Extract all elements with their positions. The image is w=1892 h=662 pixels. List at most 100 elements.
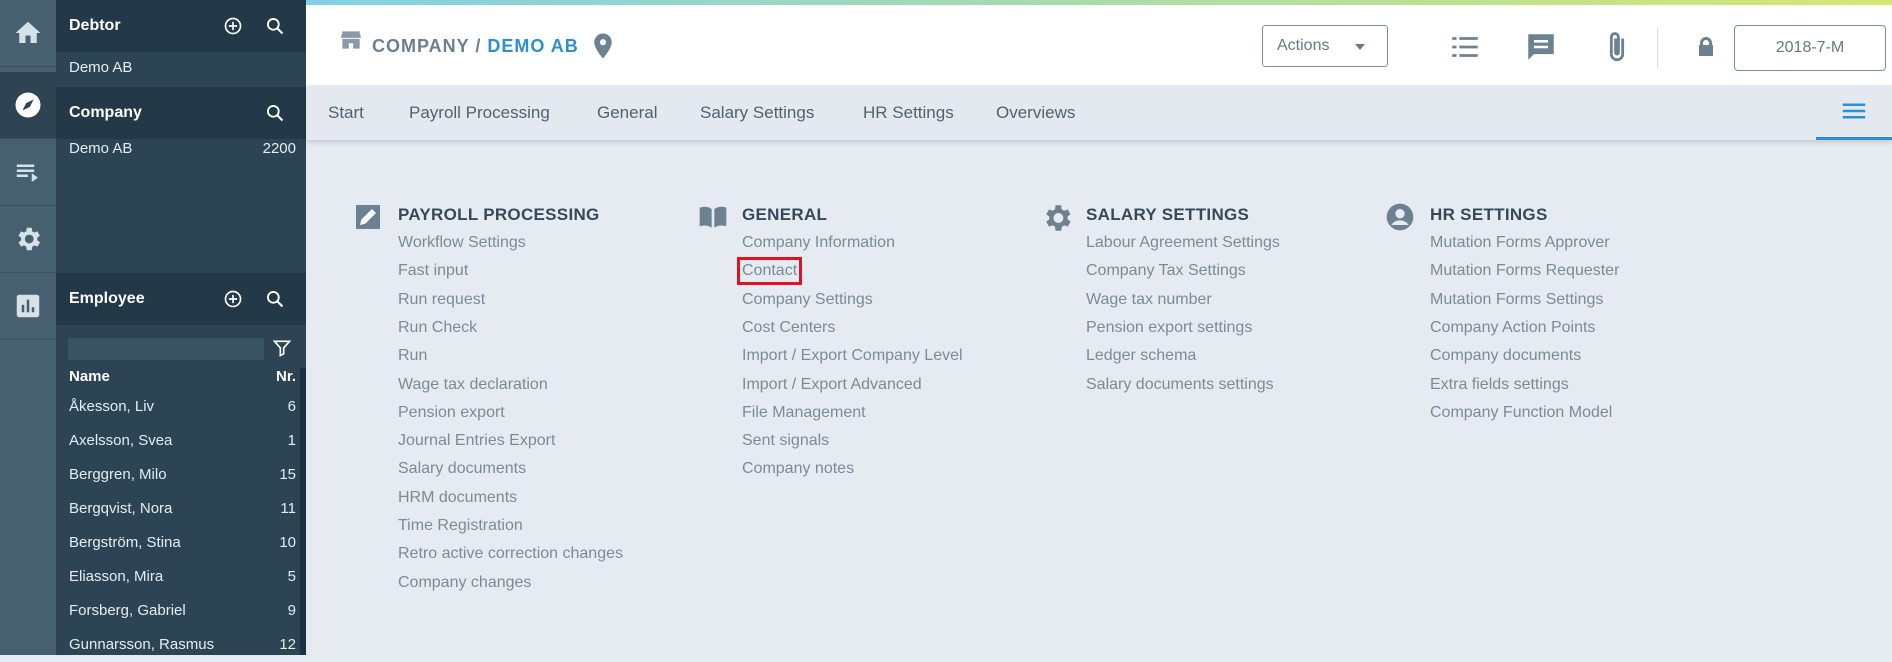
employee-nr: 9 xyxy=(287,602,296,619)
menu-link[interactable]: Run request xyxy=(398,291,485,309)
menu-link[interactable]: Wage tax declaration xyxy=(398,376,548,394)
menu-link[interactable]: Pension export settings xyxy=(1086,319,1252,337)
employee-name: Forsberg, Gabriel xyxy=(69,602,186,619)
menu-link[interactable]: Company Action Points xyxy=(1430,319,1595,337)
menu-link[interactable]: Run xyxy=(398,347,427,365)
account-circle-icon xyxy=(1384,201,1416,238)
sidebar: Debtor Demo AB Company Demo AB 2200 Empl… xyxy=(56,0,306,655)
menu-link[interactable]: Company changes xyxy=(398,574,531,592)
debtor-header: Debtor xyxy=(56,0,306,52)
menu-link[interactable]: Retro active correction changes xyxy=(398,545,623,563)
employee-header: Employee xyxy=(56,273,306,325)
lock-icon[interactable] xyxy=(1694,35,1718,64)
store-icon xyxy=(338,27,364,58)
menu-link[interactable]: Time Registration xyxy=(398,517,523,535)
menu-link[interactable]: Import / Export Company Level xyxy=(742,347,963,365)
debtor-title: Debtor xyxy=(69,17,121,34)
book-icon xyxy=(696,201,730,238)
comment-icon[interactable] xyxy=(1524,30,1558,69)
home-icon[interactable] xyxy=(0,0,56,67)
actions-dropdown[interactable]: Actions xyxy=(1262,25,1388,67)
menu-link[interactable]: Cost Centers xyxy=(742,319,835,337)
employee-row[interactable]: Åkesson, Liv 6 xyxy=(56,390,306,424)
gear-icon[interactable] xyxy=(0,206,56,273)
menu-link[interactable]: Journal Entries Export xyxy=(398,432,555,450)
menu-link[interactable]: Workflow Settings xyxy=(398,234,526,252)
employee-name: Gunnarsson, Rasmus xyxy=(69,636,215,653)
add-employee-icon[interactable] xyxy=(222,288,244,310)
menu-hamburger-button[interactable] xyxy=(1816,85,1892,140)
menu-link[interactable]: Mutation Forms Settings xyxy=(1430,291,1603,309)
menu-column-title: PAYROLL PROCESSING xyxy=(398,205,600,224)
compass-icon[interactable] xyxy=(0,72,56,139)
paperclip-icon[interactable] xyxy=(1600,30,1634,69)
menu-link[interactable]: Fast input xyxy=(398,262,468,280)
actions-label: Actions xyxy=(1277,37,1330,54)
gear-icon xyxy=(1040,201,1074,240)
period-selector[interactable]: 2018-7-M xyxy=(1734,25,1886,71)
list-play-icon[interactable] xyxy=(0,139,56,206)
menu-column-title: SALARY SETTINGS xyxy=(1086,205,1250,224)
tab-payroll-processing[interactable]: Payroll Processing xyxy=(409,103,550,123)
menu-link[interactable]: File Management xyxy=(742,404,866,422)
menu-link[interactable]: Company Tax Settings xyxy=(1086,262,1246,280)
menu-link[interactable]: Salary documents xyxy=(398,460,526,478)
menu-link[interactable]: Pension export xyxy=(398,404,505,422)
tab-overviews[interactable]: Overviews xyxy=(996,103,1075,123)
debtor-value[interactable]: Demo AB xyxy=(69,59,132,76)
menu-link[interactable]: Import / Export Advanced xyxy=(742,376,922,394)
search-debtor-icon[interactable] xyxy=(264,15,286,37)
menu-link[interactable]: Company documents xyxy=(1430,347,1581,365)
tab-salary-settings[interactable]: Salary Settings xyxy=(700,103,814,123)
employee-col-nr[interactable]: Nr. xyxy=(276,368,296,385)
search-employee-icon[interactable] xyxy=(264,288,286,310)
employee-scrollbar[interactable] xyxy=(300,368,306,655)
menu-link[interactable]: Run Check xyxy=(398,319,477,337)
employee-nr: 6 xyxy=(287,398,296,415)
employee-row[interactable]: Berggren, Milo 15 xyxy=(56,458,306,492)
menu-link[interactable]: Company Settings xyxy=(742,291,873,309)
menu-link[interactable]: HRM documents xyxy=(398,489,517,507)
employee-name: Åkesson, Liv xyxy=(69,398,155,415)
employee-col-name[interactable]: Name xyxy=(69,368,110,385)
employee-row[interactable]: Gunnarsson, Rasmus 12 xyxy=(56,628,306,662)
menu-link[interactable]: Contact xyxy=(736,257,803,286)
employee-nr: 5 xyxy=(287,568,296,585)
menu-link[interactable]: Company Function Model xyxy=(1430,404,1612,422)
menu-link[interactable]: Wage tax number xyxy=(1086,291,1212,309)
menu-link[interactable]: Labour Agreement Settings xyxy=(1086,234,1280,252)
company-header: Company xyxy=(56,87,306,139)
location-pin-icon[interactable] xyxy=(588,29,618,68)
employee-row[interactable]: Bergström, Stina 10 xyxy=(56,526,306,560)
menu-column-title: GENERAL xyxy=(742,205,828,224)
hamburger-icon xyxy=(1842,103,1866,119)
filter-icon[interactable] xyxy=(271,337,293,359)
menu-link[interactable]: Ledger schema xyxy=(1086,347,1196,365)
employee-row[interactable]: Forsberg, Gabriel 9 xyxy=(56,594,306,628)
employee-row[interactable]: Axelsson, Svea 1 xyxy=(56,424,306,458)
employee-row[interactable]: Bergqvist, Nora 11 xyxy=(56,492,306,526)
employee-row[interactable]: Eliasson, Mira 5 xyxy=(56,560,306,594)
menu-link[interactable]: Mutation Forms Requester xyxy=(1430,262,1619,280)
menu-link[interactable]: Extra fields settings xyxy=(1430,376,1569,394)
company-name[interactable]: Demo AB xyxy=(69,140,132,157)
company-number: 2200 xyxy=(262,140,296,157)
menu-link[interactable]: Company notes xyxy=(742,460,854,478)
tab-general[interactable]: General xyxy=(597,103,657,123)
menu-link[interactable]: Salary documents settings xyxy=(1086,376,1274,394)
employee-filter-input[interactable] xyxy=(68,338,264,360)
menu-link[interactable]: Company Information xyxy=(742,234,895,252)
breadcrumb: COMPANY / DEMO AB xyxy=(372,36,579,57)
tab-hr-settings[interactable]: HR Settings xyxy=(863,103,954,123)
breadcrumb-root[interactable]: COMPANY xyxy=(372,36,469,56)
bar-chart-icon[interactable] xyxy=(0,273,56,340)
tab-start[interactable]: Start xyxy=(328,103,364,123)
menu-link[interactable]: Sent signals xyxy=(742,432,829,450)
employee-title: Employee xyxy=(69,290,145,307)
tab-bar: Start Payroll Processing General Salary … xyxy=(306,85,1892,141)
list-icon[interactable] xyxy=(1448,30,1482,69)
add-debtor-icon[interactable] xyxy=(222,15,244,37)
menu-link[interactable]: Mutation Forms Approver xyxy=(1430,234,1610,252)
search-company-icon[interactable] xyxy=(264,102,286,124)
header: COMPANY / DEMO AB Actions 2018-7-M xyxy=(306,5,1892,85)
